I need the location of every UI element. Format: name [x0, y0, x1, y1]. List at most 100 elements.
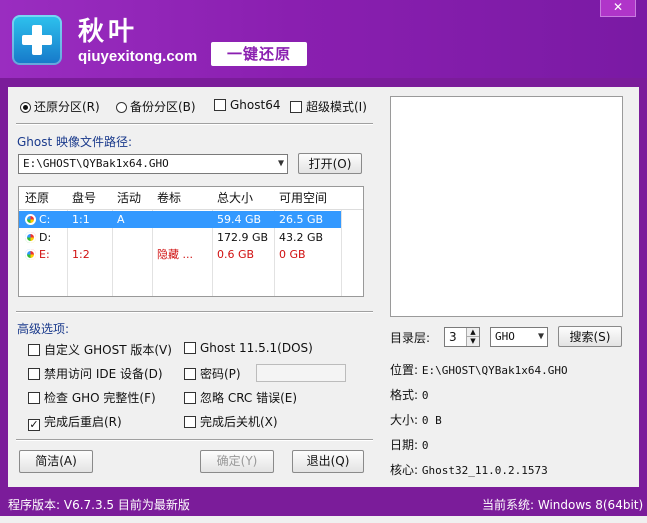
option-shutdown-after[interactable]: 完成后关机(X)	[184, 413, 278, 430]
checkbox[interactable]	[184, 392, 196, 404]
row-drive: E:	[39, 248, 50, 261]
disk-icon	[25, 249, 36, 260]
table-row[interactable]: D: 172.9 GB 43.2 GB	[19, 229, 363, 246]
row-active: A	[117, 213, 125, 226]
location-row: 位置: E:\GHOST\QYBak1x64.GHO	[390, 361, 568, 378]
image-path-combo[interactable]: E:\GHOST\QYBak1x64.GHO ▼	[18, 154, 288, 174]
size-value: 0 B	[421, 414, 442, 427]
checkbox[interactable]	[184, 368, 196, 380]
row-total: 59.4 GB	[217, 213, 262, 226]
status-bar: 程序版本: V6.7.3.5 目前为最新版 当前系统: Windows 8(64…	[0, 491, 647, 515]
preview-box	[390, 96, 623, 317]
option-custom-ghost[interactable]: 自定义 GHOST 版本(V)	[28, 341, 172, 358]
core-value: Ghost32_11.0.2.1573	[421, 464, 548, 477]
image-path-value: E:\GHOST\QYBak1x64.GHO	[23, 157, 169, 170]
disk-icon	[25, 214, 36, 225]
checkbox[interactable]	[28, 368, 40, 380]
disk-icon	[25, 232, 36, 243]
app-title: 秋叶	[78, 17, 139, 47]
dir-level-spinner[interactable]: 3 ▲ ▼	[444, 327, 480, 347]
radio-restore[interactable]: 还原分区(R)	[20, 98, 100, 115]
row-free: 43.2 GB	[279, 231, 324, 244]
checkbox-super-mode-box[interactable]	[290, 101, 302, 113]
location-value: E:\GHOST\QYBak1x64.GHO	[421, 364, 568, 377]
option-ignore-crc[interactable]: 忽略 CRC 错误(E)	[184, 389, 297, 406]
size-label: 大小:	[390, 413, 419, 427]
option-label: 检查 GHO 完整性(F)	[44, 391, 156, 405]
image-path-label: Ghost 映像文件路径:	[17, 135, 133, 149]
row-label: 隐藏 ...	[157, 248, 193, 261]
date-label: 日期:	[390, 438, 419, 452]
option-label: 完成后重启(R)	[44, 415, 122, 429]
table-row[interactable]: C: 1:1 A 59.4 GB 26.5 GB	[19, 211, 341, 228]
size-row: 大小: 0 B	[390, 411, 442, 428]
radio-restore-label: 还原分区(R)	[34, 100, 100, 114]
core-row: 核心: Ghost32_11.0.2.1573	[390, 461, 548, 478]
core-label: 核心:	[390, 463, 419, 477]
checkbox[interactable]	[28, 392, 40, 404]
checkbox-ghost64-box[interactable]	[214, 99, 226, 111]
exit-button[interactable]: 退出(Q)	[292, 450, 364, 473]
format-row: 格式: 0	[390, 386, 429, 403]
chevron-down-icon[interactable]: ▼	[278, 155, 284, 173]
checkbox-ghost64-label: Ghost64	[230, 98, 281, 112]
partition-table[interactable]: 还原 盘号 活动 卷标 总大小 可用空间 C: 1:1 A 59.4 GB 26…	[18, 186, 364, 297]
search-button[interactable]: 搜索(S)	[558, 326, 622, 347]
checkbox-checked[interactable]: ✓	[28, 419, 40, 431]
app-logo	[12, 15, 62, 65]
format-label: 格式:	[390, 388, 419, 402]
domain-text: qiuyexitong.com	[78, 48, 198, 65]
close-button[interactable]: ✕	[600, 0, 636, 17]
row-drive: C:	[39, 213, 51, 226]
option-check-gho[interactable]: 检查 GHO 完整性(F)	[28, 389, 156, 406]
date-value: 0	[421, 439, 429, 452]
open-button[interactable]: 打开(O)	[298, 153, 362, 174]
col-free: 可用空间	[279, 191, 328, 204]
radio-backup-label: 备份分区(B)	[130, 100, 196, 114]
checkbox-ghost64[interactable]: Ghost64	[214, 98, 280, 112]
col-label: 卷标	[157, 191, 182, 204]
title-bar: 秋叶 qiuyexitong.com 一键还原 ✕	[0, 0, 647, 78]
ok-button[interactable]: 确定(Y)	[200, 450, 274, 473]
option-label: 密码(P)	[200, 367, 241, 381]
extension-combo[interactable]: GHO ▼	[490, 327, 548, 347]
checkbox[interactable]	[184, 416, 196, 428]
table-header: 还原 盘号 活动 卷标 总大小 可用空间	[19, 187, 363, 210]
option-disable-ide[interactable]: 禁用访问 IDE 设备(D)	[28, 365, 163, 382]
checkbox[interactable]	[184, 342, 196, 354]
option-label: 完成后关机(X)	[200, 415, 278, 429]
spin-down-icon[interactable]: ▼	[466, 336, 479, 346]
divider	[16, 439, 373, 441]
option-reboot-after[interactable]: ✓ 完成后重启(R)	[28, 413, 122, 431]
radio-restore-indicator[interactable]	[20, 102, 31, 113]
divider	[16, 123, 373, 125]
password-field[interactable]	[256, 364, 346, 382]
table-row[interactable]: E: 1:2 隐藏 ... 0.6 GB 0 GB	[19, 246, 363, 263]
chevron-down-icon[interactable]: ▼	[538, 328, 544, 346]
simple-button[interactable]: 简洁(A)	[19, 450, 93, 473]
col-total: 总大小	[217, 191, 254, 204]
location-label: 位置:	[390, 363, 419, 377]
col-disk-no: 盘号	[72, 191, 97, 204]
row-drive: D:	[39, 231, 52, 244]
checkbox-super-mode-label: 超级模式(I)	[306, 100, 367, 114]
radio-backup-indicator[interactable]	[116, 102, 127, 113]
advanced-title: 高级选项:	[17, 322, 70, 336]
option-label: Ghost 11.5.1(DOS)	[200, 341, 313, 355]
row-disk-no: 1:1	[72, 213, 90, 226]
row-disk-no: 1:2	[72, 248, 90, 261]
extension-value: GHO	[495, 330, 515, 343]
system-text: 当前系统: Windows 8(64bit)	[482, 498, 644, 512]
option-ghost-11[interactable]: Ghost 11.5.1(DOS)	[184, 341, 313, 355]
bottom-strip	[0, 516, 647, 523]
radio-backup[interactable]: 备份分区(B)	[116, 98, 196, 115]
checkbox[interactable]	[28, 344, 40, 356]
row-total: 0.6 GB	[217, 248, 255, 261]
col-active: 活动	[117, 191, 142, 204]
option-label: 自定义 GHOST 版本(V)	[44, 343, 172, 357]
checkbox-super-mode[interactable]: 超级模式(I)	[290, 98, 367, 115]
option-password[interactable]: 密码(P)	[184, 365, 241, 382]
dir-level-value: 3	[449, 330, 457, 344]
option-label: 禁用访问 IDE 设备(D)	[44, 367, 163, 381]
col-restore: 还原	[25, 191, 50, 204]
